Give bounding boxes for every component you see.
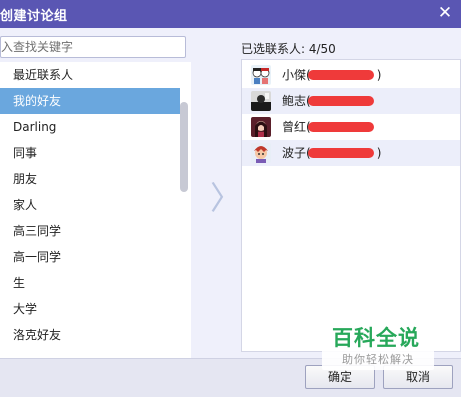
- watermark-title: 百科全说: [332, 326, 420, 350]
- selected-contact-row[interactable]: 鲍志(: [242, 88, 460, 114]
- move-arrow-icon[interactable]: 〉: [210, 178, 242, 218]
- group-list: 最近联系人 我的好友 Darling 同事 朋友 家人 高三同学 高一同学 生 …: [0, 62, 191, 358]
- group-item-my-friends[interactable]: 我的好友: [0, 88, 180, 114]
- group-item-colleagues[interactable]: 同事: [0, 140, 180, 166]
- avatar: [251, 143, 271, 163]
- selected-contacts-list: 小傑() 鲍志(曾红(波子(): [241, 59, 461, 352]
- redaction-mark: [308, 96, 374, 106]
- dialog-body: 入查找关键字 最近联系人 我的好友 Darling 同事 朋友 家人 高三同学 …: [0, 28, 461, 358]
- window-title: 创建讨论组: [0, 9, 68, 24]
- avatar: [251, 91, 271, 111]
- selected-contact-row[interactable]: 波子(): [242, 140, 460, 166]
- group-list-scrollbar[interactable]: [180, 102, 188, 192]
- close-icon[interactable]: ✕: [435, 2, 455, 24]
- group-item-recent[interactable]: 最近联系人: [0, 62, 180, 88]
- group-item-darling[interactable]: Darling: [0, 114, 180, 140]
- selected-contact-row[interactable]: 小傑(): [242, 62, 460, 88]
- redaction-mark: [308, 70, 374, 80]
- selected-count-label: 已选联系人: 4/50: [241, 42, 336, 56]
- avatar: [251, 117, 271, 137]
- group-item-university[interactable]: 大学: [0, 296, 180, 322]
- group-item-friends[interactable]: 朋友: [0, 166, 180, 192]
- group-item-senior1[interactable]: 高一同学: [0, 244, 180, 270]
- search-input[interactable]: 入查找关键字: [0, 36, 186, 58]
- group-item-sheng[interactable]: 生: [0, 270, 180, 296]
- group-item-family[interactable]: 家人: [0, 192, 180, 218]
- watermark-subtitle: 助你轻松解决: [342, 353, 414, 366]
- avatar: [251, 65, 271, 85]
- watermark-logo: 百科全说 助你轻松解决: [322, 318, 434, 370]
- title-bar: 创建讨论组 ✕: [0, 0, 461, 28]
- selected-contact-row[interactable]: 曾红(: [242, 114, 460, 140]
- redaction-mark: [308, 148, 374, 158]
- group-item-senior3[interactable]: 高三同学: [0, 218, 180, 244]
- group-item-roco[interactable]: 洛克好友: [0, 322, 180, 348]
- redaction-mark: [308, 122, 374, 132]
